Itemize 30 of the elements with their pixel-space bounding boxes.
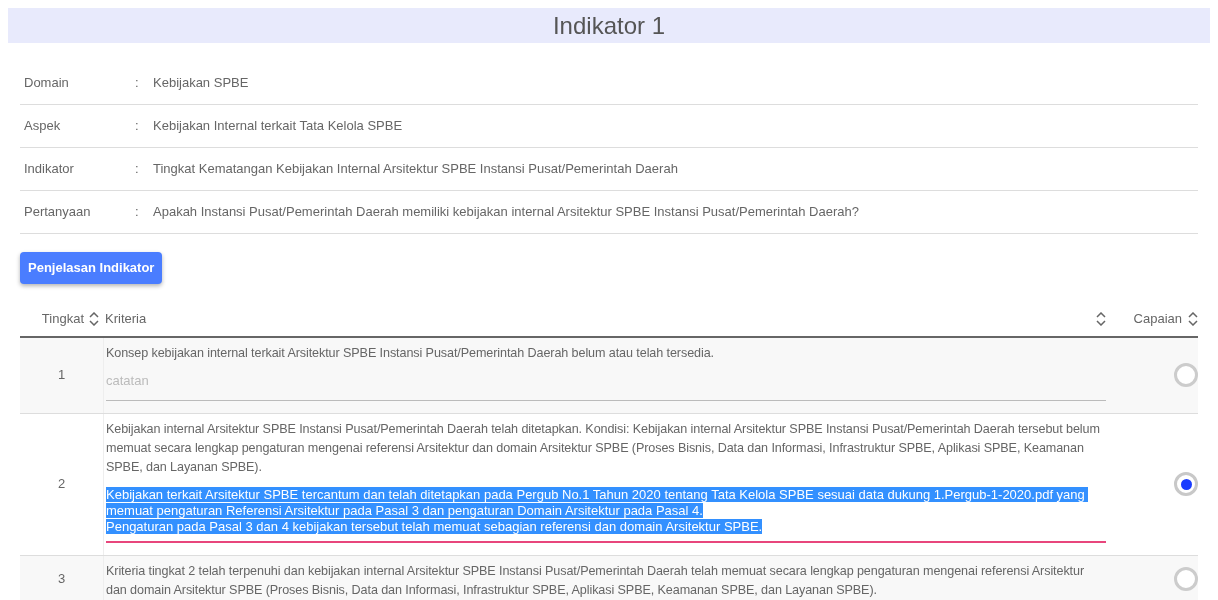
colon: : [135, 160, 140, 179]
column-header: Capaian [1133, 309, 1182, 328]
sort-icon[interactable] [1096, 311, 1106, 326]
note-field[interactable]: catatan [106, 370, 1106, 401]
radio-button[interactable] [1174, 472, 1198, 496]
criteria-text: Konsep kebijakan internal terkait Arsitektur SPBE Instansi Pusat/Pemerintah Daerah belum atau telah tersedia. [106, 344, 715, 362]
criteria-text: Kriteria tingkat 2 telah terpenuhi dan kebijakan internal Arsitektur SPBE Instansi Pusat/Pemerintah Daerah telah memuat secara lengkap pengaturan mengenai referensi Arsitektur dan domain Arsitektur SPBE (Proses Bisnis, Data dan Informasi, Infrastruktur SPBE, Aplikasi SPBE, Keamanan SPBE, dan Layanan SPBE). [106, 562, 1085, 599]
field-label: Aspek [24, 117, 62, 136]
column-header: Kriteria [105, 309, 147, 328]
radio-button[interactable] [1174, 566, 1198, 591]
page-title: Indikator 1 [8, 8, 1210, 43]
level-cell-text: 2 [56, 475, 67, 494]
field-value: Kebijakan SPBE [153, 74, 249, 93]
colon: : [135, 117, 140, 136]
field-label: Pertanyaan [24, 203, 92, 222]
sort-icon[interactable] [89, 311, 99, 326]
colon: : [135, 74, 140, 93]
column-header: Tingkat [41, 309, 84, 328]
colon: : [135, 203, 140, 222]
explanation-button[interactable]: Penjelasan Indikator [20, 252, 163, 284]
field-label: Indikator [24, 160, 75, 179]
field-value: Kebijakan Internal terkait Tata Kelola SPBE [153, 117, 403, 136]
sort-icon[interactable] [1188, 311, 1198, 326]
field-value: Tingkat Kematangan Kebijakan Internal Arsitektur SPBE Instansi Pusat/Pemerintah Daerah [153, 160, 678, 179]
level-cell-text: 1 [56, 366, 67, 385]
level-cell-text: 3 [56, 569, 67, 588]
radio-button[interactable] [1174, 363, 1198, 387]
criteria-text: Kebijakan internal Arsitektur SPBE Instansi Pusat/Pemerintah Daerah telah ditetapkan. Kondisi: Kebijakan internal Arsitektur SPBE Instansi Pusat/Pemerintah Daerah tersebut belum memuat secara lengkap pengaturan mengenai referensi Arsitektur dan domain Arsitektur SPBE (Proses Bisnis, Data dan Informasi, Infrastruktur SPBE, Aplikasi SPBE, Keamanan SPBE, dan Layanan SPBE). [106, 420, 1101, 476]
field-label: Domain [24, 74, 70, 93]
field-value: Apakah Instansi Pusat/Pemerintah Daerah memiliki kebijakan internal Arsitektur SPBE Instansi Pusat/Pemerintah Daerah? [153, 203, 859, 222]
